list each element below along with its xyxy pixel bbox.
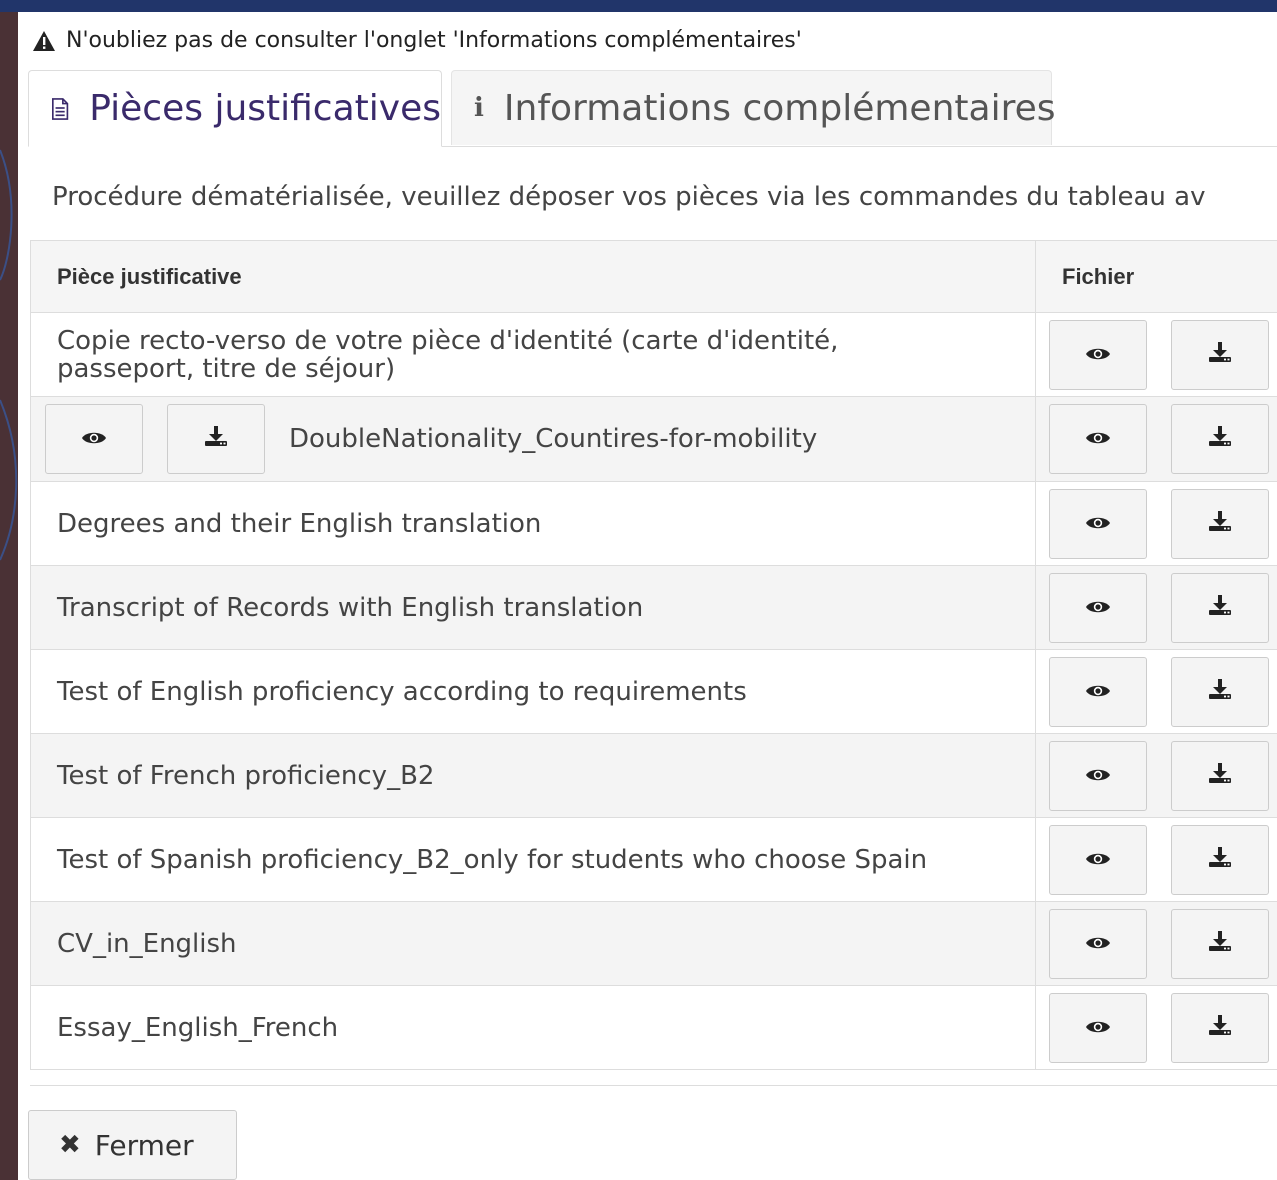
download-icon [1208, 761, 1232, 791]
documents-table: Pièce justificative Fichier Copie recto-… [30, 240, 1277, 1070]
view-button[interactable] [1049, 573, 1147, 643]
piece-name-cell: DoubleNationality_Countires-for-mobility [30, 396, 1036, 482]
piece-name: CV_in_English [57, 928, 237, 959]
view-button[interactable] [1049, 489, 1147, 559]
download-file-button[interactable] [167, 404, 265, 474]
download-button[interactable] [1171, 404, 1269, 474]
piece-name: Degrees and their English translation [57, 508, 542, 539]
piece-name-cell: Copie recto-verso de votre pièce d'ident… [30, 312, 1036, 397]
warning-icon [33, 30, 55, 51]
file-actions-cell [1035, 481, 1277, 566]
piece-name-cell: CV_in_English [30, 901, 1036, 986]
column-header-piece: Pièce justificative [30, 240, 1036, 313]
download-icon [1208, 677, 1232, 707]
download-icon [1208, 340, 1232, 370]
table-row: Degrees and their English translation [30, 481, 1277, 566]
file-actions-cell [1035, 985, 1277, 1070]
tab-label: Informations complémentaires [503, 87, 1056, 129]
documents-table-wrapper: Pièce justificative Fichier Copie recto-… [30, 240, 1277, 1086]
file-name: DoubleNationality_Countires-for-mobility [289, 424, 818, 454]
table-row: CV_in_English [30, 901, 1277, 986]
tab-informations-complementaires[interactable]: i Informations complémentaires [451, 70, 1056, 145]
table-row: Transcript of Records with English trans… [30, 565, 1277, 650]
piece-name: Transcript of Records with English trans… [57, 592, 644, 623]
view-button[interactable] [1049, 657, 1147, 727]
warning-text: N'oubliez pas de consulter l'onglet 'Inf… [66, 28, 802, 53]
eye-icon [1085, 677, 1111, 707]
file-actions-cell [1035, 817, 1277, 902]
uploaded-file: DoubleNationality_Countires-for-mobility [45, 397, 1035, 481]
eye-icon [1085, 1013, 1111, 1043]
warning-notice: N'oubliez pas de consulter l'onglet 'Inf… [32, 28, 802, 53]
download-icon [1208, 424, 1232, 454]
download-button[interactable] [1171, 573, 1269, 643]
close-icon: ✖ [59, 1130, 81, 1160]
file-actions-cell [1035, 649, 1277, 734]
piece-name-cell: Degrees and their English translation [30, 481, 1036, 566]
view-button[interactable] [1049, 993, 1147, 1063]
piece-name: Essay_English_French [57, 1012, 339, 1043]
view-button[interactable] [1049, 404, 1147, 474]
file-actions-cell [1035, 901, 1277, 986]
piece-name-cell: Test of Spanish proficiency_B2_only for … [30, 817, 1036, 902]
close-button[interactable]: ✖ Fermer [28, 1110, 237, 1180]
download-button[interactable] [1171, 489, 1269, 559]
table-row: DoubleNationality_Countires-for-mobility [30, 396, 1277, 482]
piece-name: Test of Spanish proficiency_B2_only for … [57, 844, 928, 875]
piece-name: Test of English proficiency according to… [57, 676, 747, 707]
eye-icon [81, 424, 107, 454]
view-button[interactable] [1049, 909, 1147, 979]
info-icon: i [474, 93, 484, 123]
piece-name-cell: Test of French proficiency_B2 [30, 733, 1036, 818]
file-actions-cell [1035, 565, 1277, 650]
file-actions-cell [1035, 312, 1277, 397]
download-button[interactable] [1171, 657, 1269, 727]
piece-name-cell: Transcript of Records with English trans… [30, 565, 1036, 650]
download-icon [1208, 593, 1232, 623]
table-row: Test of English proficiency according to… [30, 649, 1277, 734]
download-button[interactable] [1171, 993, 1269, 1063]
piece-name-cell: Essay_English_French [30, 985, 1036, 1070]
table-row: Essay_English_French [30, 985, 1277, 1070]
table-row: Copie recto-verso de votre pièce d'ident… [30, 312, 1277, 397]
piece-name-cell: Test of English proficiency according to… [30, 649, 1036, 734]
file-actions-cell [1035, 396, 1277, 482]
dialog-panel: N'oubliez pas de consulter l'onglet 'Inf… [18, 12, 1277, 1180]
close-button-label: Fermer [94, 1128, 194, 1162]
eye-icon [1085, 845, 1111, 875]
intro-text: Procédure dématérialisée, veuillez dépos… [52, 182, 1206, 212]
download-icon [1208, 845, 1232, 875]
download-button[interactable] [1171, 825, 1269, 895]
eye-icon [1085, 593, 1111, 623]
tab-label: Pièces justificatives [89, 88, 441, 129]
download-button[interactable] [1171, 909, 1269, 979]
download-button[interactable] [1171, 741, 1269, 811]
piece-name: Copie recto-verso de votre pièce d'ident… [57, 325, 839, 384]
download-icon [1208, 509, 1232, 539]
eye-icon [1085, 761, 1111, 791]
view-button[interactable] [1049, 825, 1147, 895]
view-button[interactable] [1049, 320, 1147, 390]
table-row: Test of French proficiency_B2 [30, 733, 1277, 818]
download-icon [204, 424, 228, 454]
tab-pieces-justificatives[interactable]: Pièces justificatives [28, 70, 442, 147]
document-icon [52, 97, 69, 120]
table-header-row: Pièce justificative Fichier [30, 240, 1277, 313]
eye-icon [1085, 929, 1111, 959]
download-icon [1208, 1013, 1232, 1043]
download-icon [1208, 929, 1232, 959]
file-actions-cell [1035, 733, 1277, 818]
piece-name: Test of French proficiency_B2 [57, 760, 435, 791]
table-row: Test of Spanish proficiency_B2_only for … [30, 817, 1277, 902]
download-button[interactable] [1171, 320, 1269, 390]
view-file-button[interactable] [45, 404, 143, 474]
tab-bar: Pièces justificatives i Informations com… [28, 70, 1277, 147]
eye-icon [1085, 340, 1111, 370]
eye-icon [1085, 424, 1111, 454]
view-button[interactable] [1049, 741, 1147, 811]
eye-icon [1085, 509, 1111, 539]
column-header-fichier: Fichier [1035, 240, 1277, 313]
